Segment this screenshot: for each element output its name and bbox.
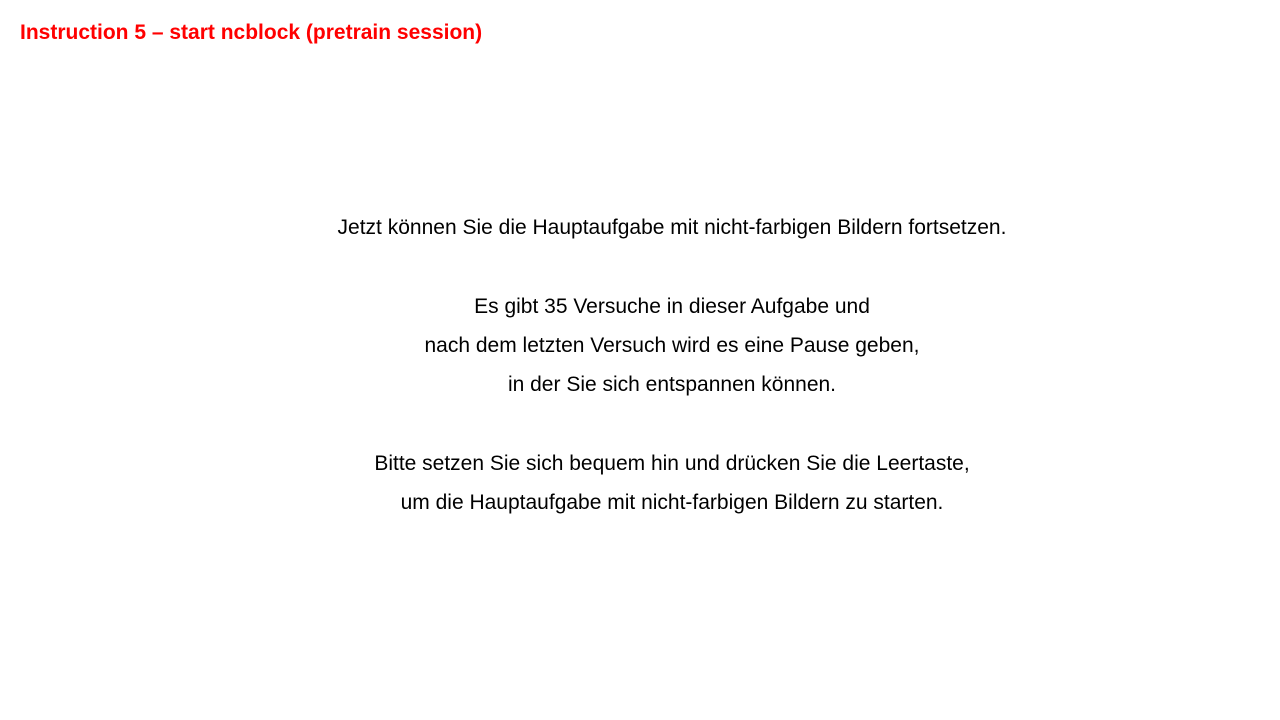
instruction-paragraph-trials: Es gibt 35 Versuche in dieser Aufgabe un… [172,287,1172,404]
instruction-line: Jetzt können Sie die Hauptaufgabe mit ni… [337,216,1007,239]
instruction-body: Jetzt können Sie die Hauptaufgabe mit ni… [172,208,1172,522]
instruction-paragraph-intro: Jetzt können Sie die Hauptaufgabe mit ni… [172,208,1172,247]
slide-title: Instruction 5 – start ncblock (pretrain … [20,21,483,44]
instruction-line: Bitte setzen Sie sich bequem hin und drü… [374,452,970,475]
instruction-line: in der Sie sich entspannen können. [507,373,837,396]
instruction-paragraph-start: Bitte setzen Sie sich bequem hin und drü… [172,444,1172,522]
instruction-slide: Instruction 5 – start ncblock (pretrain … [0,0,1280,720]
instruction-line: um die Hauptaufgabe mit nicht-farbigen B… [400,491,944,514]
instruction-line: Es gibt 35 Versuche in dieser Aufgabe un… [474,295,870,318]
instruction-line: nach dem letzten Versuch wird es eine Pa… [424,334,920,357]
